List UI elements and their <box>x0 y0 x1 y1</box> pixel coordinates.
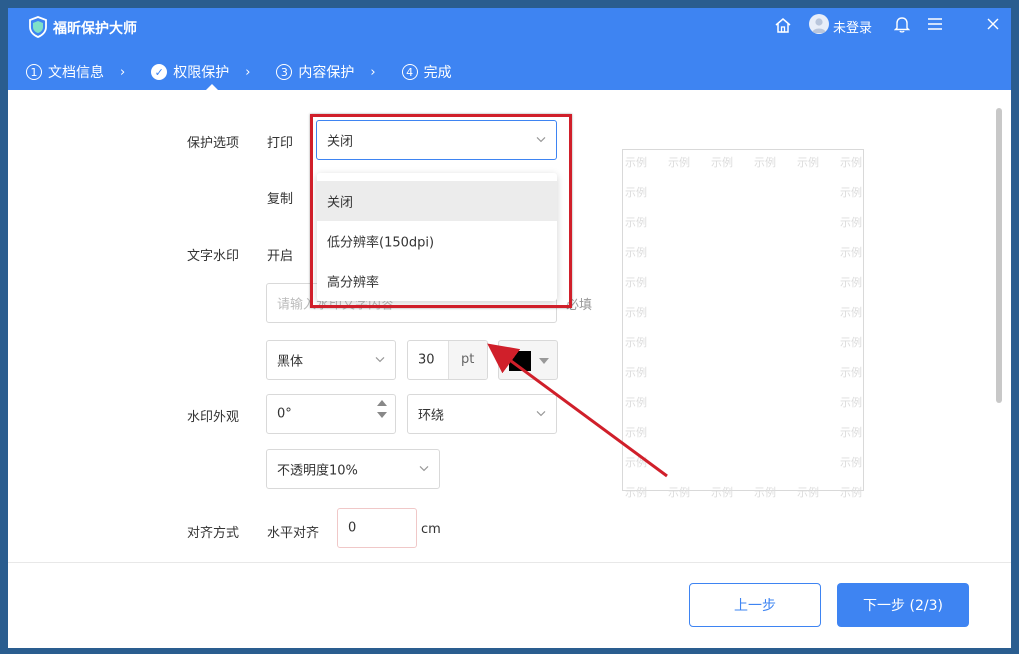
annotation-arrow <box>487 343 668 478</box>
